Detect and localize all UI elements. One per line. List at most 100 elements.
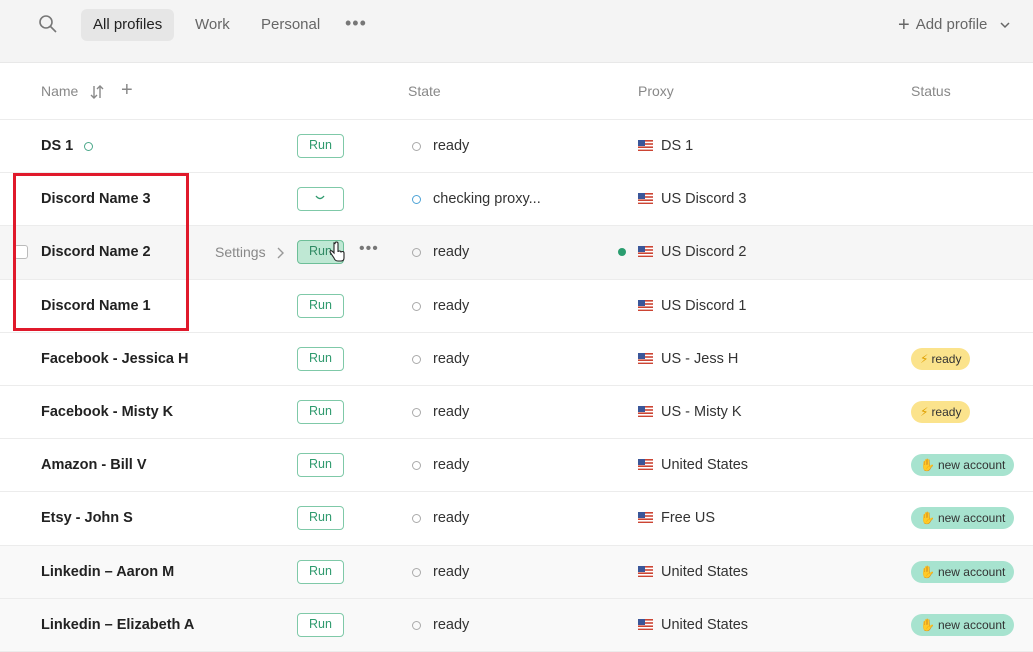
profile-name[interactable]: Discord Name 1 bbox=[41, 280, 151, 332]
run-button[interactable]: Run bbox=[297, 506, 344, 531]
state-circle-icon bbox=[412, 248, 421, 258]
profile-name[interactable]: Discord Name 2 bbox=[41, 226, 151, 278]
us-flag-icon bbox=[638, 512, 653, 524]
state-text: ready bbox=[433, 510, 470, 527]
tab-personal[interactable]: Personal bbox=[249, 9, 332, 41]
state-circle-icon bbox=[412, 514, 421, 524]
run-button-loading[interactable] bbox=[297, 187, 344, 212]
table-row[interactable]: Amazon - Bill V Run ready United States … bbox=[0, 439, 1033, 493]
proxy-text: United States bbox=[661, 457, 749, 474]
add-profile-label: Add profile bbox=[915, 16, 988, 33]
table-row[interactable]: Facebook - Jessica H Run ready US - Jess… bbox=[0, 332, 1033, 386]
run-button[interactable]: Run bbox=[297, 559, 344, 584]
run-button[interactable]: Run bbox=[297, 346, 344, 371]
state-text: ready bbox=[433, 616, 470, 633]
state-circle-icon bbox=[412, 142, 421, 151]
table-header: Name + State Proxy Status bbox=[0, 63, 1033, 120]
column-proxy[interactable]: Proxy bbox=[638, 83, 674, 99]
proxy-text: United States bbox=[661, 616, 749, 633]
state-text: checking proxy... bbox=[433, 191, 541, 208]
profile-name[interactable]: Amazon - Bill V bbox=[41, 439, 147, 491]
us-flag-icon bbox=[638, 352, 653, 364]
proxy-text: US Discord 1 bbox=[661, 297, 747, 314]
us-flag-icon bbox=[638, 140, 653, 151]
state-text: ready bbox=[433, 350, 470, 367]
row-more-icon[interactable]: ••• bbox=[359, 240, 379, 258]
status-badge[interactable]: ⚡ ready bbox=[911, 347, 971, 370]
state-circle-icon bbox=[412, 354, 421, 364]
hand-cursor-icon bbox=[329, 241, 345, 262]
profile-name[interactable]: Facebook - Misty K bbox=[41, 386, 173, 438]
proxy-text: US Discord 3 bbox=[661, 191, 747, 208]
hand-icon: ✋ bbox=[920, 511, 935, 526]
column-status[interactable]: Status bbox=[911, 83, 951, 99]
proxy-text: US - Jess H bbox=[661, 350, 739, 367]
profile-name[interactable]: Etsy - John S bbox=[41, 492, 133, 544]
status-badge[interactable]: ✋ new account bbox=[911, 454, 1015, 477]
us-flag-icon bbox=[638, 405, 653, 417]
status-badge[interactable]: ✋ new account bbox=[911, 613, 1015, 636]
us-flag-icon bbox=[638, 193, 653, 205]
column-state[interactable]: State bbox=[408, 83, 441, 99]
table-body: DS 1 Run ready DS 1 Discord Name 3 check… bbox=[0, 120, 1033, 652]
tab-work[interactable]: Work bbox=[183, 9, 242, 41]
run-button[interactable]: Run bbox=[297, 399, 344, 424]
status-badge[interactable]: ✋ new account bbox=[911, 507, 1015, 530]
profile-name[interactable]: Facebook - Jessica H bbox=[41, 333, 189, 385]
table-row[interactable]: Facebook - Misty K Run ready US - Misty … bbox=[0, 385, 1033, 440]
search-icon[interactable] bbox=[38, 14, 58, 34]
proxy-text: Free US bbox=[661, 510, 715, 527]
add-column-icon[interactable]: + bbox=[121, 79, 133, 102]
state-circle-icon bbox=[412, 195, 421, 205]
add-profile-button[interactable]: + Add profile bbox=[898, 9, 1011, 41]
settings-link[interactable]: Settings bbox=[215, 226, 266, 278]
lightning-icon: ⚡ bbox=[920, 404, 929, 419]
state-text: ready bbox=[433, 457, 470, 474]
table-row-hovered[interactable]: Discord Name 2 Settings Run ••• ready US… bbox=[0, 226, 1033, 280]
table-row[interactable]: Etsy - John S Run ready Free US ✋ new acc… bbox=[0, 492, 1033, 546]
profile-name[interactable]: Linkedin – Aaron M bbox=[41, 546, 174, 598]
state-text: ready bbox=[433, 138, 470, 154]
sort-icon[interactable] bbox=[90, 84, 104, 100]
state-circle-icon bbox=[412, 620, 421, 630]
state-circle-icon bbox=[412, 567, 421, 577]
table-row[interactable]: DS 1 Run ready DS 1 bbox=[0, 120, 1033, 174]
hand-icon: ✋ bbox=[920, 458, 935, 473]
us-flag-icon bbox=[638, 565, 653, 577]
status-badge[interactable]: ⚡ ready bbox=[911, 400, 971, 423]
top-bar: All profiles Work Personal ••• + Add pro… bbox=[0, 0, 1033, 50]
lightning-icon: ⚡ bbox=[920, 351, 929, 366]
status-badge[interactable]: ✋ new account bbox=[911, 560, 1015, 583]
table-row[interactable]: Linkedin – Aaron M Run ready United Stat… bbox=[0, 545, 1033, 599]
state-text: ready bbox=[433, 403, 470, 420]
status-circle-icon bbox=[84, 142, 93, 151]
profile-name[interactable]: Discord Name 3 bbox=[41, 173, 151, 225]
profile-name[interactable]: DS 1 bbox=[41, 120, 73, 172]
row-checkbox[interactable] bbox=[14, 245, 28, 260]
proxy-text: DS 1 bbox=[661, 138, 694, 154]
table-row[interactable]: Discord Name 1 Run ready US Discord 1 bbox=[0, 279, 1033, 333]
run-button[interactable]: Run bbox=[297, 293, 344, 318]
loading-spinner-icon bbox=[315, 195, 325, 200]
chevron-right-icon[interactable] bbox=[276, 247, 284, 259]
column-name[interactable]: Name bbox=[41, 83, 78, 99]
profile-name[interactable]: Linkedin – Elizabeth A bbox=[41, 599, 194, 651]
us-flag-icon bbox=[638, 299, 653, 311]
tab-all-profiles[interactable]: All profiles bbox=[81, 9, 175, 41]
plus-icon: + bbox=[898, 14, 910, 36]
run-button[interactable]: Run bbox=[297, 612, 344, 637]
more-tabs-icon[interactable]: ••• bbox=[345, 13, 367, 34]
run-button[interactable]: Run bbox=[297, 453, 344, 478]
profiles-table: Name + State Proxy Status DS 1 Run ready… bbox=[0, 62, 1033, 652]
state-text: ready bbox=[433, 563, 470, 580]
state-circle-icon bbox=[412, 461, 421, 471]
proxy-text: US Discord 2 bbox=[661, 244, 747, 261]
run-button[interactable]: Run bbox=[297, 134, 344, 158]
state-text: ready bbox=[433, 297, 470, 314]
table-row[interactable]: Linkedin – Elizabeth A Run ready United … bbox=[0, 598, 1033, 652]
us-flag-icon bbox=[638, 246, 653, 258]
proxy-online-dot-icon bbox=[618, 248, 626, 257]
proxy-text: US - Misty K bbox=[661, 403, 742, 420]
chevron-down-icon bbox=[1000, 22, 1010, 29]
table-row[interactable]: Discord Name 3 checking proxy... US Disc… bbox=[0, 173, 1033, 227]
